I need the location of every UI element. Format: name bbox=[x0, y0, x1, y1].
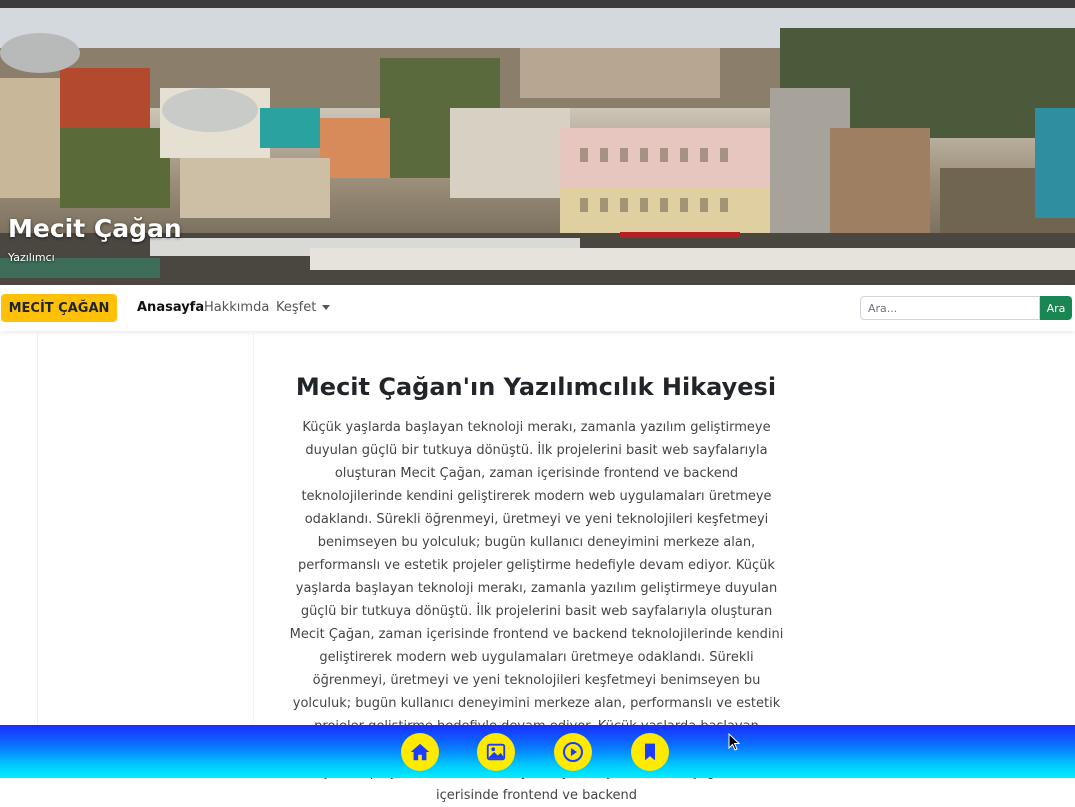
search-button[interactable]: Ara bbox=[1040, 296, 1072, 320]
brand-button[interactable]: MECİT ÇAĞAN bbox=[1, 294, 117, 322]
mouse-cursor-icon bbox=[728, 733, 740, 751]
cityscape-image bbox=[0, 8, 1075, 285]
nav-link-home[interactable]: Anasayfa bbox=[137, 300, 204, 315]
video-button[interactable] bbox=[554, 733, 592, 771]
bottom-navigation-bar bbox=[0, 725, 1075, 778]
navbar: MECİT ÇAĞAN Anasayfa Hakkımda Keşfet Ara bbox=[0, 285, 1075, 331]
bookmark-icon bbox=[645, 743, 655, 761]
play-icon bbox=[563, 742, 583, 762]
sidebar-divider bbox=[37, 333, 38, 725]
home-button[interactable] bbox=[401, 733, 439, 771]
image-icon bbox=[486, 743, 506, 761]
search-input[interactable] bbox=[860, 296, 1040, 320]
bookmark-button[interactable] bbox=[631, 733, 669, 771]
hero-title: Mecit Çağan bbox=[8, 214, 182, 243]
hero-banner: Mecit Çağan Yazılımcı bbox=[0, 8, 1075, 285]
home-icon bbox=[410, 743, 430, 761]
nav-dropdown-label: Keşfet bbox=[276, 300, 317, 315]
window-top-bar bbox=[0, 0, 1075, 8]
nav-dropdown-explore[interactable]: Keşfet bbox=[276, 300, 331, 315]
nav-link-about[interactable]: Hakkımda bbox=[204, 300, 269, 315]
gallery-button[interactable] bbox=[477, 733, 515, 771]
caret-down-icon bbox=[322, 305, 331, 310]
article-title: Mecit Çağan'ın Yazılımcılık Hikayesi bbox=[295, 373, 777, 401]
hero-subtitle: Yazılımcı bbox=[8, 251, 55, 264]
